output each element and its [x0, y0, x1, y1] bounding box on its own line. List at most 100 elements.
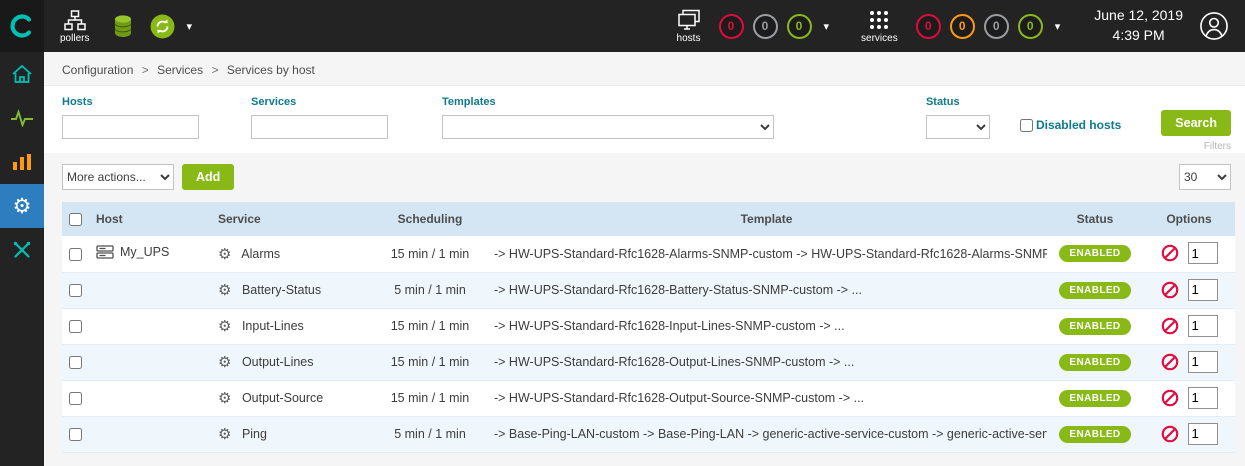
main-area: ⚙ Configuration > Services > Services by…	[0, 52, 1245, 466]
services-chevron-down-icon[interactable]: ▾	[1055, 20, 1061, 33]
services-filter-label: Services	[251, 96, 388, 108]
breadcrumb-configuration[interactable]: Configuration	[62, 63, 133, 77]
template-cell: -> Base-Ping-LAN-custom -> Base-Ping-LAN…	[486, 416, 1047, 452]
database-status[interactable]	[113, 14, 133, 38]
template-cell: -> HW-UPS-Standard-Rfc1628-Battery-Statu…	[486, 272, 1047, 308]
hosts-chevron-down-icon[interactable]: ▾	[824, 20, 830, 33]
status-counter[interactable]: 0	[719, 14, 744, 39]
table-body: My_UPS ⚙ Alarms 15 min / 1 min -> HW-UPS…	[62, 236, 1235, 452]
breadcrumb-separator: >	[211, 63, 218, 77]
service-link[interactable]: Output-Lines	[242, 355, 314, 369]
platform-chevron-down-icon[interactable]: ▾	[186, 20, 192, 33]
services-filter-input[interactable]	[251, 115, 388, 139]
row-checkbox[interactable]	[69, 356, 82, 369]
row-checkbox[interactable]	[69, 320, 82, 333]
breadcrumb-services-by-host[interactable]: Services by host	[227, 63, 315, 77]
status-counter[interactable]: 0	[1018, 14, 1043, 39]
platform-status[interactable]	[149, 14, 176, 38]
page-size-select[interactable]: 30	[1179, 164, 1231, 190]
status-badge: ENABLED	[1059, 245, 1130, 262]
host-name: My_UPS	[120, 245, 169, 259]
header-host[interactable]: Host	[88, 202, 210, 236]
user-menu[interactable]	[1199, 11, 1229, 41]
options-input[interactable]	[1188, 279, 1218, 301]
filter-services: Services	[251, 96, 388, 139]
sidebar-item-monitoring[interactable]	[0, 96, 44, 140]
status-counter[interactable]: 0	[916, 14, 941, 39]
sidebar: ⚙	[0, 52, 44, 466]
sidebar-item-configuration[interactable]: ⚙	[0, 184, 44, 228]
search-button[interactable]: Search	[1161, 110, 1231, 136]
scheduling-cell: 15 min / 1 min	[374, 344, 486, 380]
templates-select[interactable]	[442, 115, 774, 139]
status-select[interactable]	[926, 115, 990, 139]
add-button[interactable]: Add	[182, 164, 234, 190]
service-gear-icon: ⚙	[218, 390, 231, 407]
options-input[interactable]	[1188, 242, 1218, 264]
options-input[interactable]	[1188, 351, 1218, 373]
status-counter[interactable]: 0	[753, 14, 778, 39]
options-input[interactable]	[1188, 423, 1218, 445]
status-badge: ENABLED	[1059, 354, 1130, 371]
pollers-icon	[64, 8, 86, 32]
header-scheduling[interactable]: Scheduling	[374, 202, 486, 236]
date-text: June 12, 2019	[1094, 6, 1183, 26]
service-gear-icon: ⚙	[218, 318, 231, 335]
row-checkbox[interactable]	[69, 248, 82, 261]
disabled-hosts-label: Disabled hosts	[1036, 118, 1121, 132]
table-row: My_UPS ⚙ Alarms 15 min / 1 min -> HW-UPS…	[62, 236, 1235, 272]
filter-templates: Templates	[442, 96, 774, 139]
service-link[interactable]: Input-Lines	[242, 319, 304, 333]
disabled-hosts-checkbox[interactable]	[1020, 119, 1033, 132]
centreon-logo-icon	[9, 13, 35, 39]
row-checkbox[interactable]	[69, 428, 82, 441]
breadcrumb: Configuration > Services > Services by h…	[44, 52, 1245, 85]
status-badge: ENABLED	[1059, 318, 1130, 335]
centreon-logo[interactable]	[0, 0, 44, 52]
status-badge: ENABLED	[1059, 282, 1130, 299]
status-counter[interactable]: 0	[787, 14, 812, 39]
service-link[interactable]: Output-Source	[242, 391, 323, 405]
services-menu[interactable]: services	[861, 8, 898, 44]
service-gear-icon: ⚙	[218, 426, 231, 443]
disable-icon[interactable]	[1161, 317, 1179, 335]
pollers-menu[interactable]: pollers	[60, 8, 89, 44]
actions-row: More actions... Add 30	[44, 153, 1245, 200]
filters-caption[interactable]: Filters	[1204, 141, 1231, 152]
filter-hosts: Hosts	[62, 96, 199, 139]
user-avatar-icon	[1199, 11, 1229, 41]
options-input[interactable]	[1188, 315, 1218, 337]
service-link[interactable]: Ping	[242, 427, 267, 441]
breadcrumb-services[interactable]: Services	[157, 63, 203, 77]
hosts-menu[interactable]: hosts	[677, 8, 701, 44]
disable-icon[interactable]	[1161, 389, 1179, 407]
service-link[interactable]: Battery-Status	[242, 283, 321, 297]
status-counter[interactable]: 0	[950, 14, 975, 39]
hosts-filter-input[interactable]	[62, 115, 199, 139]
row-checkbox[interactable]	[69, 392, 82, 405]
row-checkbox[interactable]	[69, 284, 82, 297]
options-input[interactable]	[1188, 387, 1218, 409]
scheduling-cell: 15 min / 1 min	[374, 236, 486, 272]
status-counter[interactable]: 0	[984, 14, 1009, 39]
disable-icon[interactable]	[1161, 425, 1179, 443]
disable-icon[interactable]	[1161, 281, 1179, 299]
header-status[interactable]: Status	[1047, 202, 1143, 236]
hosts-filter-label: Hosts	[62, 96, 199, 108]
sidebar-item-home[interactable]	[0, 52, 44, 96]
more-actions-select[interactable]: More actions...	[62, 164, 174, 190]
header-template[interactable]: Template	[486, 202, 1047, 236]
header-service[interactable]: Service	[210, 202, 374, 236]
select-all-checkbox[interactable]	[69, 213, 82, 226]
services-icon	[868, 8, 890, 32]
disable-icon[interactable]	[1161, 244, 1179, 262]
clock: June 12, 2019 4:39 PM	[1094, 6, 1183, 45]
service-link[interactable]: Alarms	[241, 247, 280, 261]
bar-chart-icon	[12, 153, 32, 171]
service-gear-icon: ⚙	[218, 282, 231, 299]
disable-icon[interactable]	[1161, 353, 1179, 371]
refresh-status-icon	[149, 14, 176, 38]
time-text: 4:39 PM	[1094, 26, 1183, 46]
sidebar-item-administration[interactable]	[0, 228, 44, 272]
sidebar-item-reporting[interactable]	[0, 140, 44, 184]
